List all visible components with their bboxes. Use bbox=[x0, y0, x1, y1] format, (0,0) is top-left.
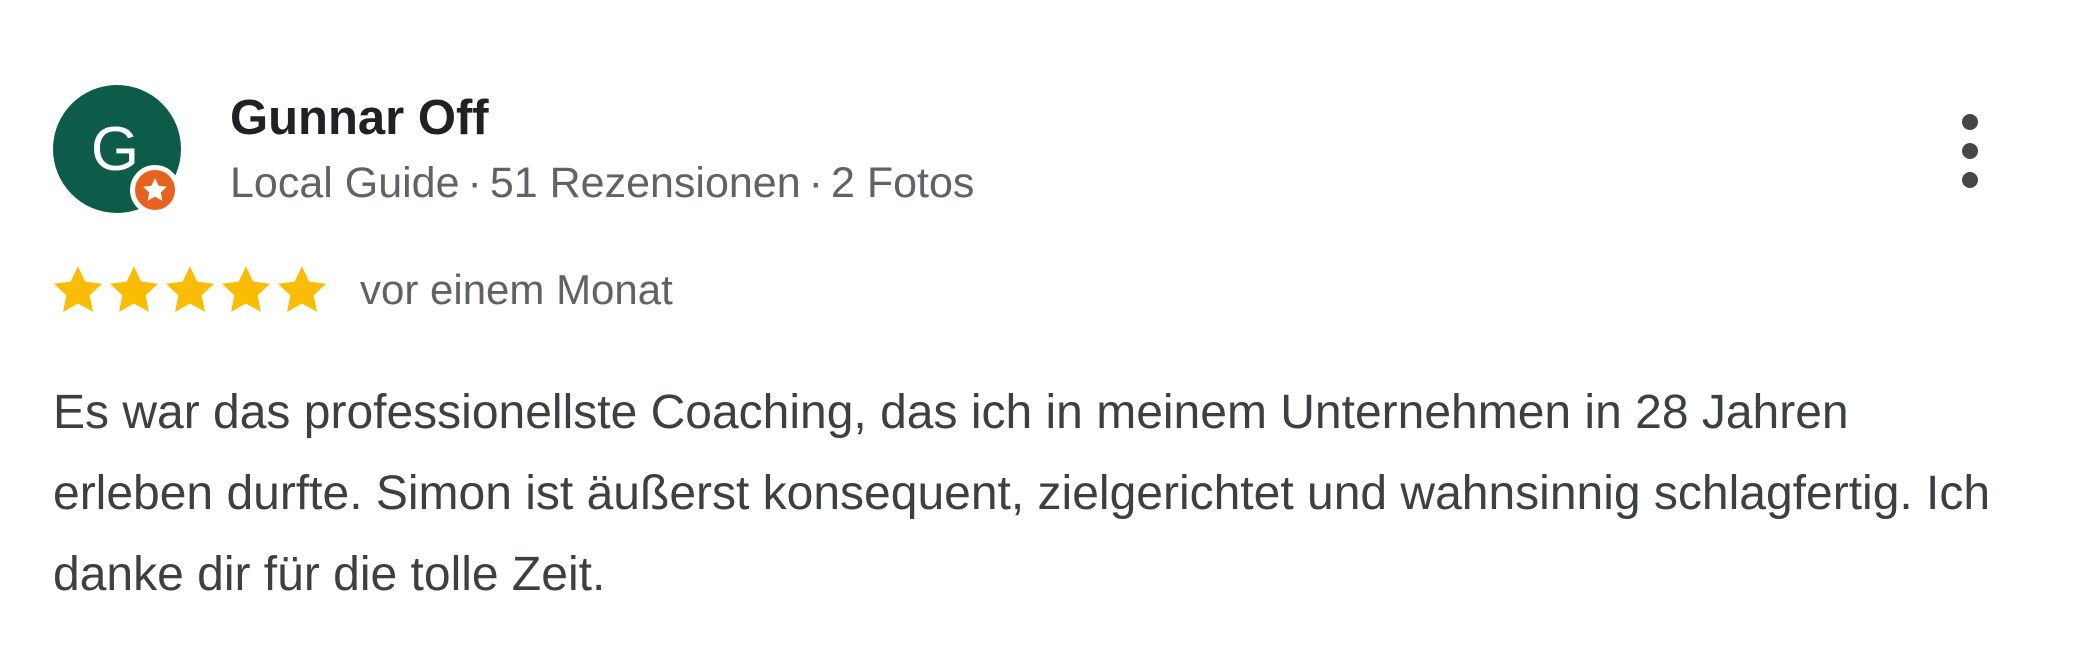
reviewer-name[interactable]: Gunnar Off bbox=[230, 84, 489, 152]
star-icon bbox=[109, 266, 159, 312]
review-date: vor einem Monat bbox=[360, 266, 673, 313]
star-icon bbox=[165, 266, 215, 312]
star-icon bbox=[277, 266, 327, 312]
star-rating bbox=[50, 262, 330, 318]
review-card: G Gunnar Off Local Guide · 51 Rezensionen ·… bbox=[0, 0, 2077, 663]
menu-dot bbox=[1962, 172, 1978, 188]
avatar-initial: G bbox=[90, 115, 140, 184]
local-guide-star-icon bbox=[130, 165, 180, 215]
reviewer-meta[interactable]: Local Guide · 51 Rezensionen · 2 Fotos bbox=[230, 152, 974, 214]
meta-separator: · bbox=[808, 159, 823, 207]
photo-count: 2 Fotos bbox=[830, 159, 975, 207]
local-guide-label: Local Guide bbox=[230, 159, 460, 207]
review-count: 51 Rezensionen bbox=[489, 159, 801, 207]
star-icon bbox=[53, 266, 103, 312]
meta-separator: · bbox=[467, 159, 482, 207]
menu-dot bbox=[1962, 114, 1978, 130]
rating-row: vor einem Monat bbox=[50, 259, 673, 321]
review-text: Es war das professionellste Coaching, da… bbox=[53, 386, 1991, 601]
more-vert-icon[interactable] bbox=[1945, 108, 1995, 194]
menu-dot bbox=[1962, 143, 1978, 159]
star-icon bbox=[221, 266, 271, 312]
